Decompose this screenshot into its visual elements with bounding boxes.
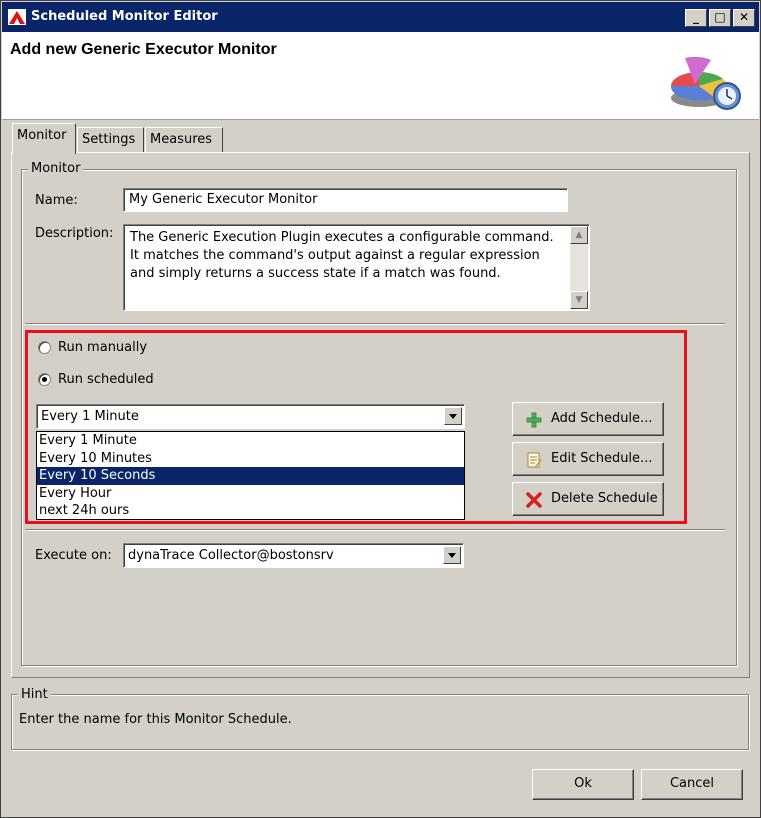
name-input[interactable]: My Generic Executor Monitor — [123, 188, 568, 212]
description-scrollbar[interactable]: ▲ ▼ — [570, 226, 588, 309]
cancel-button[interactable]: Cancel — [641, 769, 743, 800]
hint-legend: Hint — [18, 687, 51, 702]
execute-on-label: Execute on: — [35, 548, 112, 563]
hint-text: Enter the name for this Monitor Schedule… — [19, 712, 292, 727]
separator-bottom — [25, 529, 725, 531]
maximize-button[interactable]: □ — [709, 9, 731, 27]
app-icon — [8, 9, 26, 25]
ok-button[interactable]: Ok — [532, 769, 634, 800]
tab-settings[interactable]: Settings — [77, 127, 144, 153]
page-title: Add new Generic Executor Monitor — [10, 41, 277, 58]
tab-measures[interactable]: Measures — [145, 127, 223, 153]
monitor-chart-icon — [670, 56, 741, 110]
schedule-highlight-box — [25, 330, 687, 524]
execute-on-value: dynaTrace Collector@bostonsrv — [128, 548, 334, 563]
execute-on-select[interactable]: dynaTrace Collector@bostonsrv — [123, 543, 464, 568]
window-title: Scheduled Monitor Editor — [31, 9, 218, 24]
description-label: Description: — [35, 226, 114, 241]
scroll-down-icon[interactable]: ▼ — [570, 291, 588, 309]
separator-top — [25, 323, 725, 325]
chevron-down-icon[interactable] — [443, 546, 461, 564]
name-label: Name: — [35, 193, 78, 208]
description-textarea[interactable]: The Generic Execution Plugin executes a … — [123, 224, 590, 311]
dialog-window: Scheduled Monitor Editor _ □ ✕ Add new G… — [0, 0, 761, 818]
tab-monitor[interactable]: Monitor — [12, 123, 76, 154]
monitor-group-legend: Monitor — [28, 161, 84, 176]
title-bar[interactable]: Scheduled Monitor Editor _ □ ✕ — [2, 2, 759, 32]
dialog-header: Add new Generic Executor Monitor — [2, 32, 759, 120]
minimize-button[interactable]: _ — [685, 9, 707, 27]
close-button[interactable]: ✕ — [733, 9, 755, 27]
scroll-up-icon[interactable]: ▲ — [570, 226, 588, 244]
description-text: The Generic Execution Plugin executes a … — [130, 230, 554, 281]
